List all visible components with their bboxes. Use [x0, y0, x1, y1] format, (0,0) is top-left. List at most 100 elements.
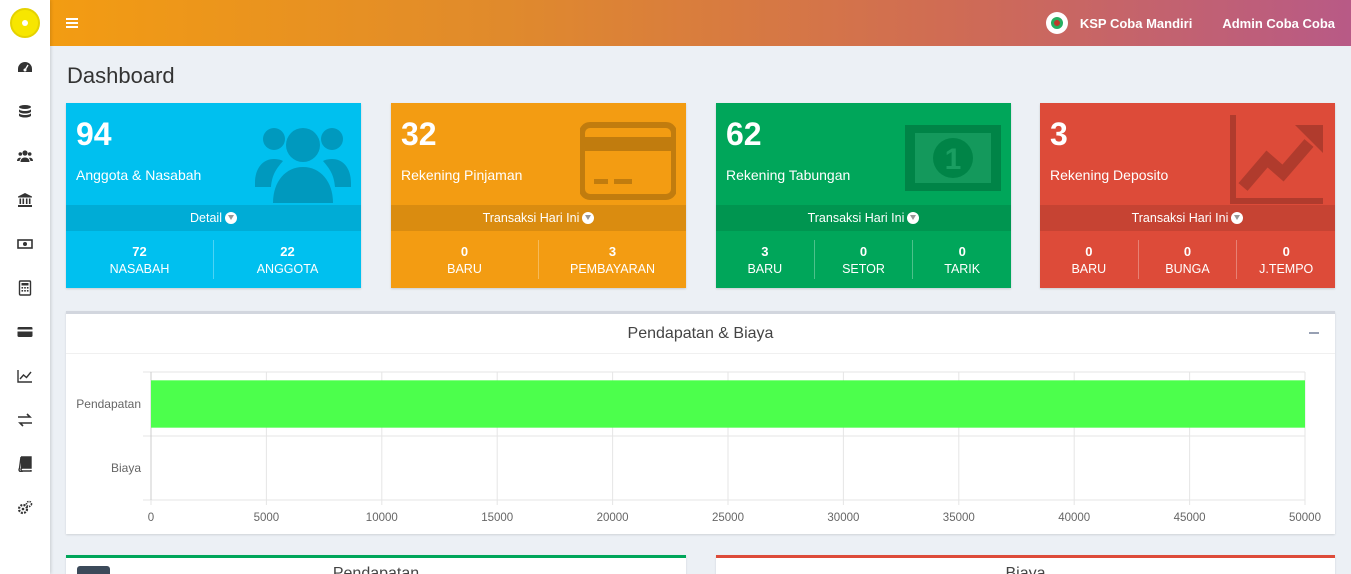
stat-value: 22 — [280, 243, 295, 259]
arrow-down-circle-icon — [224, 212, 237, 224]
transaksi-hari-ini-link[interactable]: Transaksi Hari Ini — [391, 205, 686, 231]
collapse-icon[interactable] — [1309, 332, 1319, 334]
sidebar-item-line-chart[interactable] — [0, 354, 50, 398]
header-right: KSP Coba Mandiri Admin Coba Coba — [1045, 12, 1351, 34]
stat-pembayaran: 3 PEMBAYARAN — [539, 240, 686, 279]
arrow-down-circle-icon — [1231, 212, 1244, 224]
detail-link-label: Detail — [190, 211, 222, 225]
biaya-panel: Biaya — [716, 555, 1335, 574]
users-icon — [17, 150, 33, 162]
x-tick-label: 35000 — [943, 512, 975, 524]
biaya-panel-title: Biaya — [1005, 565, 1046, 574]
sidebar-item-bank[interactable] — [0, 178, 50, 222]
transaksi-hari-ini-link[interactable]: Transaksi Hari Ini — [1040, 205, 1335, 231]
sidebar-item-users[interactable] — [0, 134, 50, 178]
stat-label: J.TEMPO — [1259, 261, 1314, 276]
stat-box-value: 3 — [1050, 116, 1068, 152]
stat-box-breakdown: 72 NASABAH 22 ANGGOTA — [66, 231, 361, 288]
stat-box-breakdown: 0 BARU 3 PEMBAYARAN — [391, 231, 686, 288]
stat-setor: 0 SETOR — [815, 240, 914, 279]
stat-label: BARU — [1071, 261, 1107, 276]
users-icon — [255, 128, 351, 203]
stat-value: 72 — [132, 243, 147, 259]
sidebar-item-settings[interactable] — [0, 486, 50, 530]
stat-label: SETOR — [842, 261, 885, 276]
stat-label: TARIK — [944, 261, 981, 276]
credit-card-icon — [17, 327, 33, 337]
app-logo[interactable] — [10, 8, 40, 38]
x-tick-label: 45000 — [1174, 512, 1206, 524]
svg-text:1: 1 — [945, 143, 962, 176]
money-bill-icon: 1 — [905, 125, 1001, 191]
x-tick-label: 40000 — [1058, 512, 1090, 524]
stat-box-tabungan: 62 Rekening Tabungan 1 Transaksi Hari In… — [716, 103, 1011, 288]
sidebar-toggle-button[interactable] — [50, 0, 94, 46]
hamburger-icon — [66, 18, 78, 28]
stat-baru: 0 BARU — [1040, 240, 1139, 279]
transaksi-hari-ini-link[interactable]: Transaksi Hari Ini — [716, 205, 1011, 231]
org-name[interactable]: KSP Coba Mandiri — [1080, 16, 1192, 31]
sidebar-item-exchange[interactable] — [0, 398, 50, 442]
area-chart-icon — [1230, 115, 1323, 204]
sidebar-item-book[interactable] — [0, 442, 50, 486]
stat-label: NASABAH — [109, 261, 170, 276]
sidebar-item-database[interactable] — [0, 90, 50, 134]
line-chart-icon — [17, 370, 32, 383]
stat-label: PEMBAYARAN — [570, 261, 655, 276]
x-tick-label: 25000 — [712, 512, 744, 524]
sidebar-item-calculator[interactable] — [0, 266, 50, 310]
chart-bar — [151, 380, 1305, 428]
y-category-label: Biaya — [111, 461, 141, 475]
org-logo-icon — [1045, 12, 1068, 34]
dashboard-icon — [18, 62, 32, 72]
sidebar-item-money[interactable] — [0, 222, 50, 266]
stat-box-label: Rekening Deposito — [1050, 167, 1169, 183]
stat-tarik: 0 TARIK — [913, 240, 1011, 279]
stat-jatuh-tempo: 0 J.TEMPO — [1237, 240, 1335, 279]
stat-box-value: 62 — [726, 116, 762, 152]
stat-label: BUNGA — [1165, 261, 1210, 276]
stat-box-pinjaman: 32 Rekening Pinjaman Transaksi Hari Ini … — [391, 103, 686, 288]
pendapatan-panel-title: Pendapatan — [332, 565, 420, 574]
arrow-down-circle-icon — [907, 212, 920, 224]
chart-panel: Pendapatan & Biaya 0 5000 10000 15000 20000 2… — [66, 311, 1335, 534]
stat-box-breakdown: 3 BARU 0 SETOR 0 TARIK — [716, 231, 1011, 288]
page-title: Dashboard — [67, 63, 175, 88]
stat-nasabah: 72 NASABAH — [66, 240, 214, 279]
income-expense-chart: 0 5000 10000 15000 20000 25000 30000 35000 40000… — [76, 371, 1321, 524]
stat-box-label: Anggota & Nasabah — [76, 167, 202, 183]
stat-baru: 0 BARU — [391, 240, 539, 279]
y-category-label: Pendapatan — [76, 397, 141, 411]
stat-label: BARU — [747, 261, 783, 276]
chart-panel-title: Pendapatan & Biaya — [627, 324, 774, 342]
x-tick-label: 50000 — [1289, 512, 1321, 524]
sidebar-item-dashboard[interactable] — [0, 46, 50, 90]
stat-label: ANGGOTA — [256, 261, 319, 276]
top-header: KSP Coba Mandiri Admin Coba Coba — [50, 0, 1351, 46]
stat-bunga: 0 BUNGA — [1139, 240, 1238, 279]
stat-value: 0 — [859, 243, 868, 259]
stat-box-anggota: 94 Anggota & Nasabah Detail 72 NASABAH 22… — [66, 103, 361, 288]
stat-box-label: Rekening Tabungan — [726, 167, 851, 183]
bank-icon — [18, 193, 32, 207]
stat-box-value: 32 — [401, 116, 437, 152]
app-logo-wrap[interactable] — [0, 0, 50, 46]
x-tick-label: 20000 — [597, 512, 629, 524]
sidebar — [0, 0, 50, 574]
stat-value: 0 — [1183, 243, 1192, 259]
x-tick-label: 30000 — [827, 512, 859, 524]
stat-box-deposito: 3 Rekening Deposito Transaksi Hari Ini 0… — [1040, 103, 1335, 288]
x-tick-label: 5000 — [254, 512, 280, 524]
transaksi-link-label: Transaksi Hari Ini — [1131, 211, 1229, 225]
book-icon — [18, 456, 32, 472]
x-tick-label: 15000 — [481, 512, 513, 524]
stat-value: 0 — [1085, 243, 1093, 259]
stat-value: 0 — [958, 243, 966, 259]
database-icon — [19, 105, 31, 118]
user-menu[interactable]: Admin Coba Coba — [1222, 16, 1335, 31]
arrow-down-circle-icon — [582, 212, 595, 224]
stat-value: 3 — [761, 243, 769, 259]
sidebar-item-credit-card[interactable] — [0, 310, 50, 354]
stat-value: 0 — [1282, 243, 1290, 259]
detail-link[interactable]: Detail — [66, 205, 361, 231]
